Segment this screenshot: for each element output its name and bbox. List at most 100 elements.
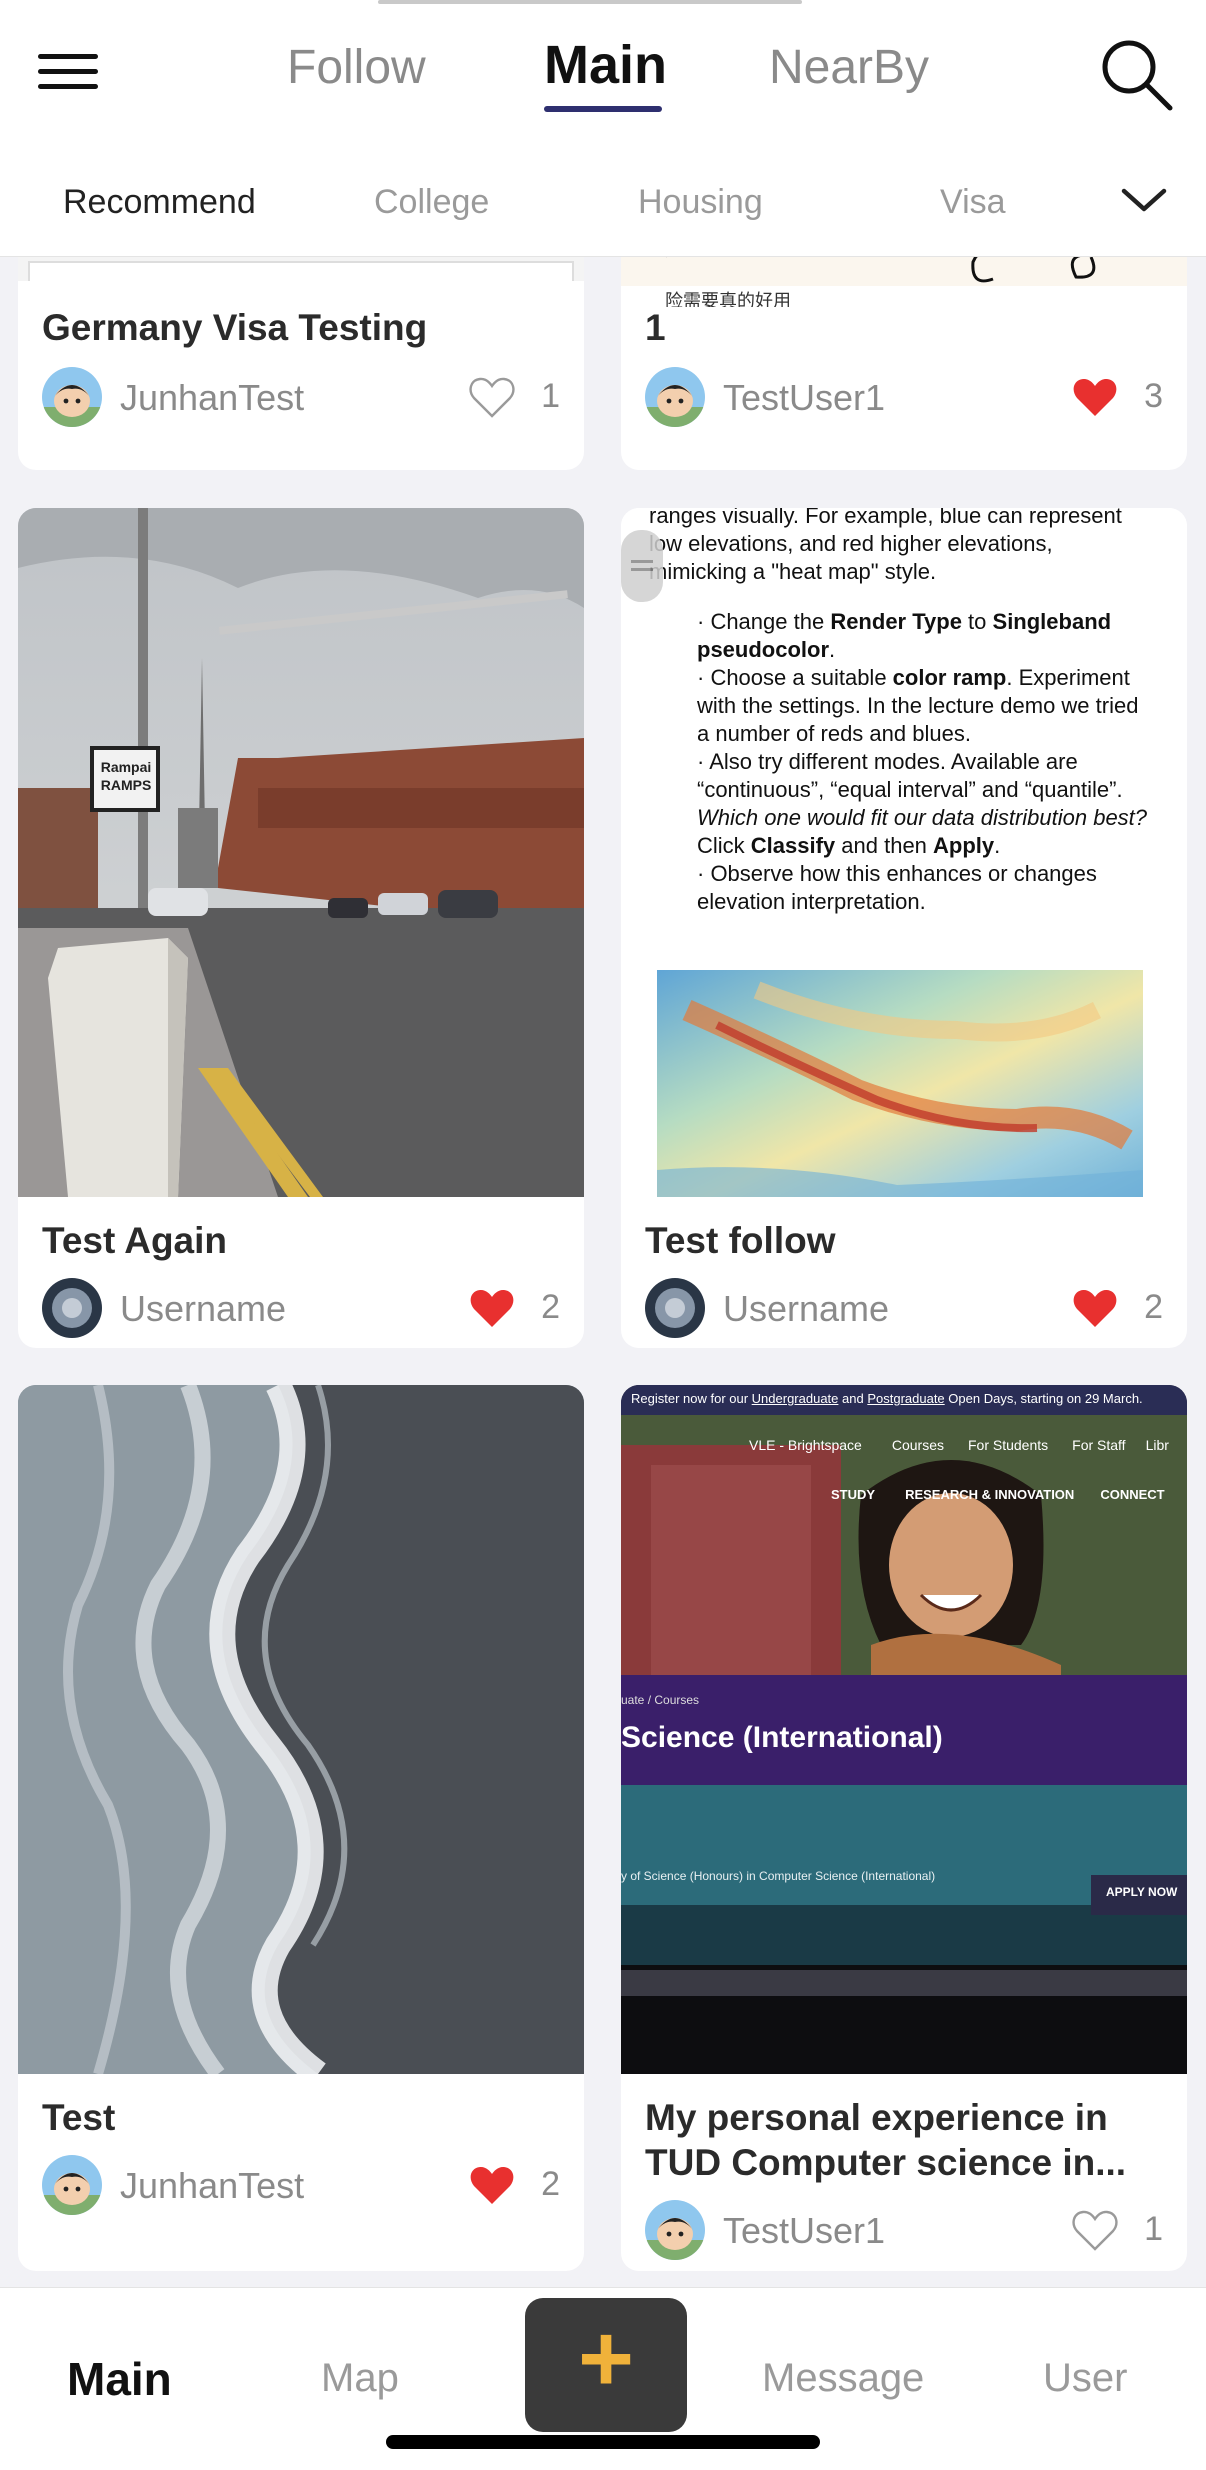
home-indicator (386, 2435, 820, 2449)
post-author[interactable]: JunhanTest (120, 2165, 304, 2207)
document-text: ranges visually. For example, blue can r… (649, 508, 1169, 916)
avatar[interactable] (42, 367, 102, 427)
like-button[interactable]: 2 (1063, 1284, 1163, 1334)
post-card[interactable]: Register now for our Undergraduate and P… (621, 1385, 1187, 2271)
menu-icon[interactable] (38, 54, 98, 90)
like-button[interactable]: 2 (460, 1284, 560, 1334)
category-recommend[interactable]: Recommend (63, 183, 256, 222)
banner-text: and (838, 1391, 868, 1406)
post-meta: TestUser1 1 (645, 2200, 1163, 2262)
website-nav-item: Libr (1145, 1437, 1169, 1453)
chevron-down-icon[interactable] (1120, 185, 1168, 215)
post-feed[interactable]: Germany Visa Testing JunhanTest 1 险需要真的好… (0, 257, 1206, 2287)
post-image (18, 257, 584, 281)
post-author[interactable]: Username (723, 1288, 889, 1330)
nav-user[interactable]: User (1043, 2356, 1127, 2401)
nav-main[interactable]: Main (67, 2352, 172, 2406)
heart-outline-icon (1072, 2210, 1118, 2251)
search-icon[interactable] (1098, 36, 1174, 112)
post-image: ranges visually. For example, blue can r… (621, 508, 1187, 1197)
category-visa[interactable]: Visa (940, 183, 1006, 222)
heart-outline-icon (469, 377, 515, 418)
post-card[interactable]: 险需要真的好用 1 TestUser1 3 (621, 257, 1187, 470)
like-button[interactable]: 1 (1063, 2206, 1163, 2256)
tab-nearby[interactable]: NearBy (769, 40, 929, 95)
doc-text: · Change the (697, 609, 831, 634)
doc-line: · Observe how this enhances or changes (697, 861, 1097, 886)
avatar[interactable] (42, 2155, 102, 2215)
doc-line: a number of reds and blues. (697, 721, 971, 746)
street-sign-line: RAMPS (100, 777, 152, 793)
banner-link: Postgraduate (867, 1391, 945, 1406)
doc-bold: Render Type (830, 609, 962, 634)
doc-bold: Singleband (992, 609, 1112, 634)
avatar[interactable] (645, 367, 705, 427)
like-button[interactable]: 3 (1063, 373, 1163, 423)
doc-line: elevation interpretation. (697, 889, 926, 914)
post-author[interactable]: TestUser1 (723, 377, 885, 419)
post-card[interactable]: Germany Visa Testing JunhanTest 1 (18, 257, 584, 470)
website-subtitle: y of Science (Honours) in Computer Scien… (621, 1869, 936, 1883)
post-image (18, 1385, 584, 2074)
tab-follow[interactable]: Follow (287, 40, 426, 95)
drag-handle[interactable] (621, 530, 663, 602)
doc-line: · Also try different modes. Available ar… (697, 749, 1078, 774)
create-post-button[interactable]: + (525, 2298, 687, 2432)
doc-text: . Experiment (1006, 665, 1130, 690)
like-button[interactable]: 2 (460, 2161, 560, 2211)
post-card[interactable]: Rampai RAMPS Test Again Username 2 (18, 508, 584, 1348)
plus-icon: + (577, 2305, 635, 2412)
post-title: Test Again (42, 1220, 228, 1261)
website-menu: STUDY RESEARCH & INNOVATION CONNECT (831, 1487, 1165, 1502)
post-meta: JunhanTest 2 (42, 2155, 560, 2217)
website-nav: VLE - Brightspace Courses For Students For … (749, 1437, 1169, 1453)
image-caption: 险需要真的好用 (665, 291, 791, 307)
banner-text: Register now for our (631, 1391, 752, 1406)
banner-text: Open Days, starting on 29 March. (944, 1391, 1143, 1406)
post-author[interactable]: TestUser1 (723, 2210, 885, 2252)
website-nav-item: Courses (891, 1437, 944, 1453)
post-title: 1 (645, 307, 666, 348)
avatar[interactable] (645, 2200, 705, 2260)
post-meta: Username 2 (42, 1278, 560, 1340)
doc-line: with the settings. In the lecture demo w… (697, 693, 1139, 718)
doc-bold: Classify (750, 833, 836, 858)
website-nav-item: VLE - Brightspace (749, 1437, 862, 1453)
post-image: Register now for our Undergraduate and P… (621, 1385, 1187, 2074)
doc-bold: color ramp (892, 665, 1007, 690)
doc-line: Which one would fit our data distributio… (697, 805, 1148, 830)
website-banner: Register now for our Undergraduate and P… (631, 1391, 1143, 1406)
post-author[interactable]: JunhanTest (120, 377, 304, 419)
post-title: Test follow (645, 1220, 836, 1261)
category-housing[interactable]: Housing (638, 183, 763, 222)
banner-link: Undergraduate (751, 1391, 839, 1406)
like-count: 3 (1144, 377, 1163, 415)
avatar[interactable] (42, 1278, 102, 1338)
bottom-nav: Main Map + Message User (0, 2287, 1206, 2470)
like-count: 1 (541, 377, 560, 415)
status-notch-line (378, 0, 802, 4)
tab-main[interactable]: Main (544, 34, 667, 96)
doc-bold: pseudocolor (697, 637, 830, 662)
post-meta: JunhanTest 1 (42, 367, 560, 429)
nav-message[interactable]: Message (762, 2356, 924, 2401)
top-header: Follow Main NearBy (0, 0, 1206, 145)
post-title: Germany Visa Testing (42, 307, 428, 348)
post-meta: Username 2 (645, 1278, 1163, 1340)
post-card[interactable]: Test JunhanTest 2 (18, 1385, 584, 2271)
website-menu-item: RESEARCH & INNOVATION (905, 1487, 1075, 1502)
post-meta: TestUser1 3 (645, 367, 1163, 429)
heart-filled-icon (1073, 378, 1117, 416)
doc-bold: Apply (933, 833, 995, 858)
category-college[interactable]: College (374, 183, 489, 222)
doc-text: and then (835, 833, 934, 858)
doc-text: to (961, 609, 993, 634)
nav-map[interactable]: Map (321, 2356, 399, 2401)
post-author[interactable]: Username (120, 1288, 286, 1330)
avatar[interactable] (645, 1278, 705, 1338)
like-button[interactable]: 1 (460, 373, 560, 423)
like-count: 2 (541, 2165, 560, 2203)
post-image: 险需要真的好用 (621, 257, 1187, 307)
post-card[interactable]: ranges visually. For example, blue can r… (621, 508, 1187, 1348)
website-nav-item: For Students (967, 1437, 1049, 1453)
